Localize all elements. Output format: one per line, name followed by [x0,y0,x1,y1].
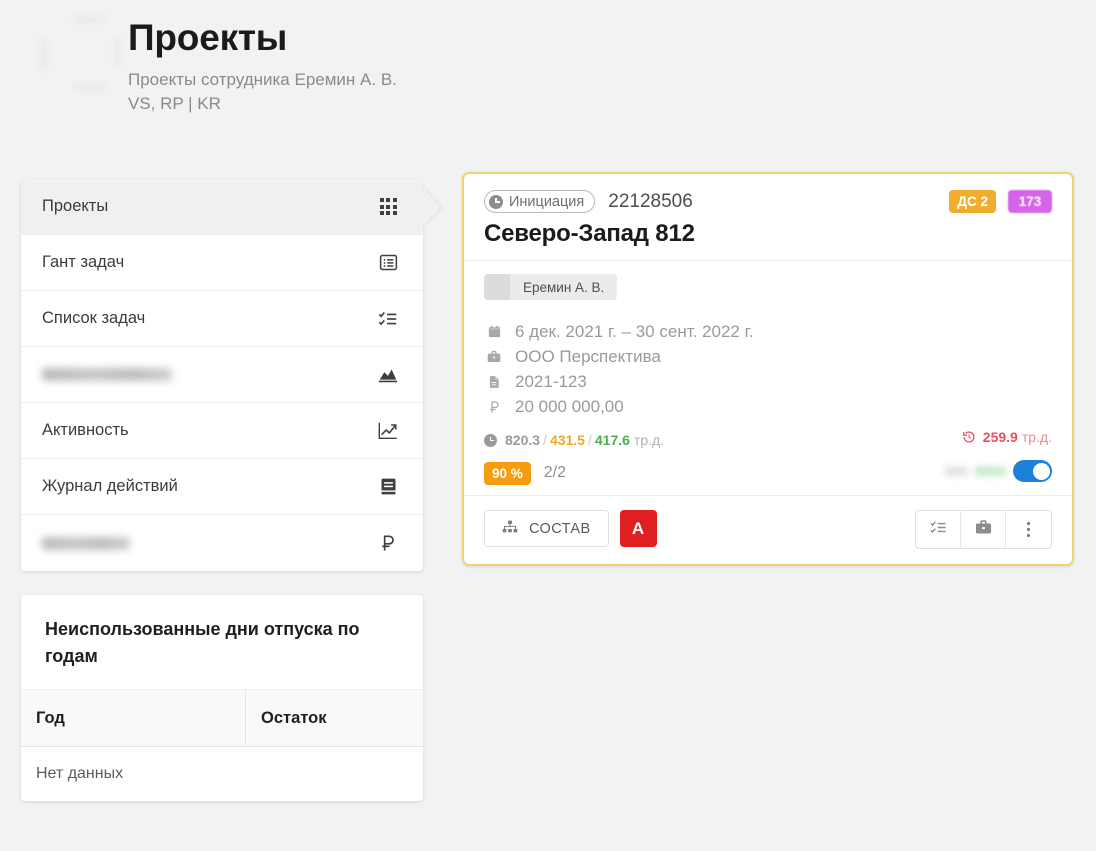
status-toggle[interactable] [1013,460,1052,482]
progress-row: 90 % 2/2 000 0000 [484,460,1052,485]
active-item-pointer [404,188,442,226]
sidebar-item-label-redacted [42,368,172,381]
sidebar-item-label: Активность [42,421,129,439]
meta-value-amount: 20 000 000,00 [515,396,624,416]
meta-value-document: 2021-123 [515,371,587,391]
vacation-table-header: Год Остаток [21,689,423,747]
sidebar-item-task-list[interactable]: Список задач [21,291,423,347]
toggle-zone: 000 0000 [944,460,1052,482]
clock-icon [484,433,497,447]
workload-row: 820.3 / 431.5 / 417.6 тр.д. 259.9 тр.д. [484,429,1052,451]
page-title: Проекты [128,17,288,58]
redaction-mark [74,86,106,89]
clock-icon [489,194,503,209]
hours-separator: / [587,432,592,448]
compose-button[interactable]: СОСТАВ [484,510,609,547]
project-card-footer: СОСТАВ A [464,495,1072,564]
sidebar-item-action-journal[interactable]: Журнал действий [21,459,423,515]
vacation-table-empty-state: Нет данных [36,765,124,782]
history-revert-icon [962,430,976,444]
assignee-chip[interactable]: Еремин А. В. [484,274,618,300]
trending-up-icon [375,418,401,444]
redaction-mark [74,18,106,21]
document-icon [484,374,504,390]
progress-percent-badge: 90 % [484,461,531,485]
sidebar-item-redacted-2[interactable] [21,515,423,571]
avatar [484,274,510,300]
project-title: Северо-Запад 812 [484,220,695,247]
column-header-year: Год [21,690,246,746]
sidebar-item-projects[interactable]: Проекты [21,179,442,235]
kebab-menu-button[interactable] [1006,511,1051,548]
redacted-label: 000 [944,463,968,479]
footer-action-group [915,510,1052,549]
hierarchy-icon [502,520,518,538]
page-subtitle: Проекты сотрудника Еремин А. В. VS, RP |… [128,70,397,113]
journal-icon [375,474,401,500]
hours-separator: / [543,432,547,448]
checklist-icon-button[interactable] [916,511,961,548]
hours-fact: 417.6 [594,432,630,448]
page-header: Проекты Проекты сотрудника Еремин А. В. … [0,0,1096,150]
meta-value-dates: 6 дек. 2021 г. – 30 сент. 2022 г. [515,321,754,341]
vacation-days-card: Неиспользованные дни отпуска по годам Го… [21,595,423,801]
status-badge[interactable]: Инициация [484,190,596,213]
project-card-body: Еремин А. В. 6 дек. 2021 г. – 30 сент. 2… [464,260,1072,495]
hours-unit: тр.д. [633,432,665,448]
briefcase-icon-button[interactable] [961,511,1006,548]
kebab-menu-icon [1026,521,1031,538]
meta-row-amount: 20 000 000,00 [484,394,1052,419]
assignee-name: Еремин А. В. [523,279,605,295]
badge-count[interactable]: 173 [1008,190,1052,213]
checklist-icon [929,518,948,542]
letter-a-button[interactable]: A [619,510,657,547]
briefcase-icon [974,518,993,542]
redaction-mark [116,36,119,68]
sidebar-item-label: Журнал действий [42,477,178,495]
badge-ds[interactable]: ДС 2 [949,190,996,213]
checklist-icon [375,306,401,332]
meta-row-dates: 6 дек. 2021 г. – 30 сент. 2022 г. [484,319,1052,344]
sidebar-item-activity[interactable]: Активность [21,403,423,459]
project-meta-list: 6 дек. 2021 г. – 30 сент. 2022 г. ООО Пе… [484,319,1052,419]
meta-row-document: 2021-123 [484,369,1052,394]
overdue-indicator: 259.9 тр.д. [962,429,1052,445]
meta-value-company: ООО Перспектива [515,346,661,366]
task-count: 2/2 [543,464,567,481]
hours-total: 820.3 [505,432,541,448]
overdue-unit: тр.д. [1021,429,1052,445]
meta-row-company: ООО Перспектива [484,344,1052,369]
redaction-mark [42,38,45,70]
vacation-card-title: Неиспользованные дни отпуска по годам [45,619,360,666]
redacted-value: 0000 [974,463,1006,479]
project-card: Инициация 22128506 ДС 2 173 Северо-Запад… [462,172,1074,566]
briefcase-icon [484,349,504,365]
ruble-icon [484,399,504,415]
project-code: 22128506 [608,190,693,212]
breadcrumb-redacted [38,8,138,108]
project-card-top: Инициация 22128506 ДС 2 173 Северо-Запад… [464,174,1072,260]
ruble-icon [375,530,401,556]
sidebar-item-redacted-1[interactable] [21,347,423,403]
sidebar-item-label: Гант задач [42,253,125,271]
hours-plan: 431.5 [549,432,585,448]
column-header-remaining: Остаток [261,708,327,727]
status-label: Инициация [509,193,585,210]
sidebar-item-label: Список задач [42,309,146,327]
sidebar-item-label: Проекты [42,197,109,215]
gantt-icon [375,250,401,276]
compose-button-label: СОСТАВ [529,520,591,537]
project-badges: ДС 2 173 [949,190,1052,213]
grid-icon [375,194,401,220]
sidebar-item-label-redacted [42,536,130,550]
overdue-value: 259.9 [982,429,1018,445]
calendar-icon [484,324,504,339]
sidebar-item-gantt[interactable]: Гант задач [21,235,423,291]
chart-area-icon [375,362,401,388]
navigation-card: Проекты Гант задач Список задач Активнос… [21,179,442,571]
